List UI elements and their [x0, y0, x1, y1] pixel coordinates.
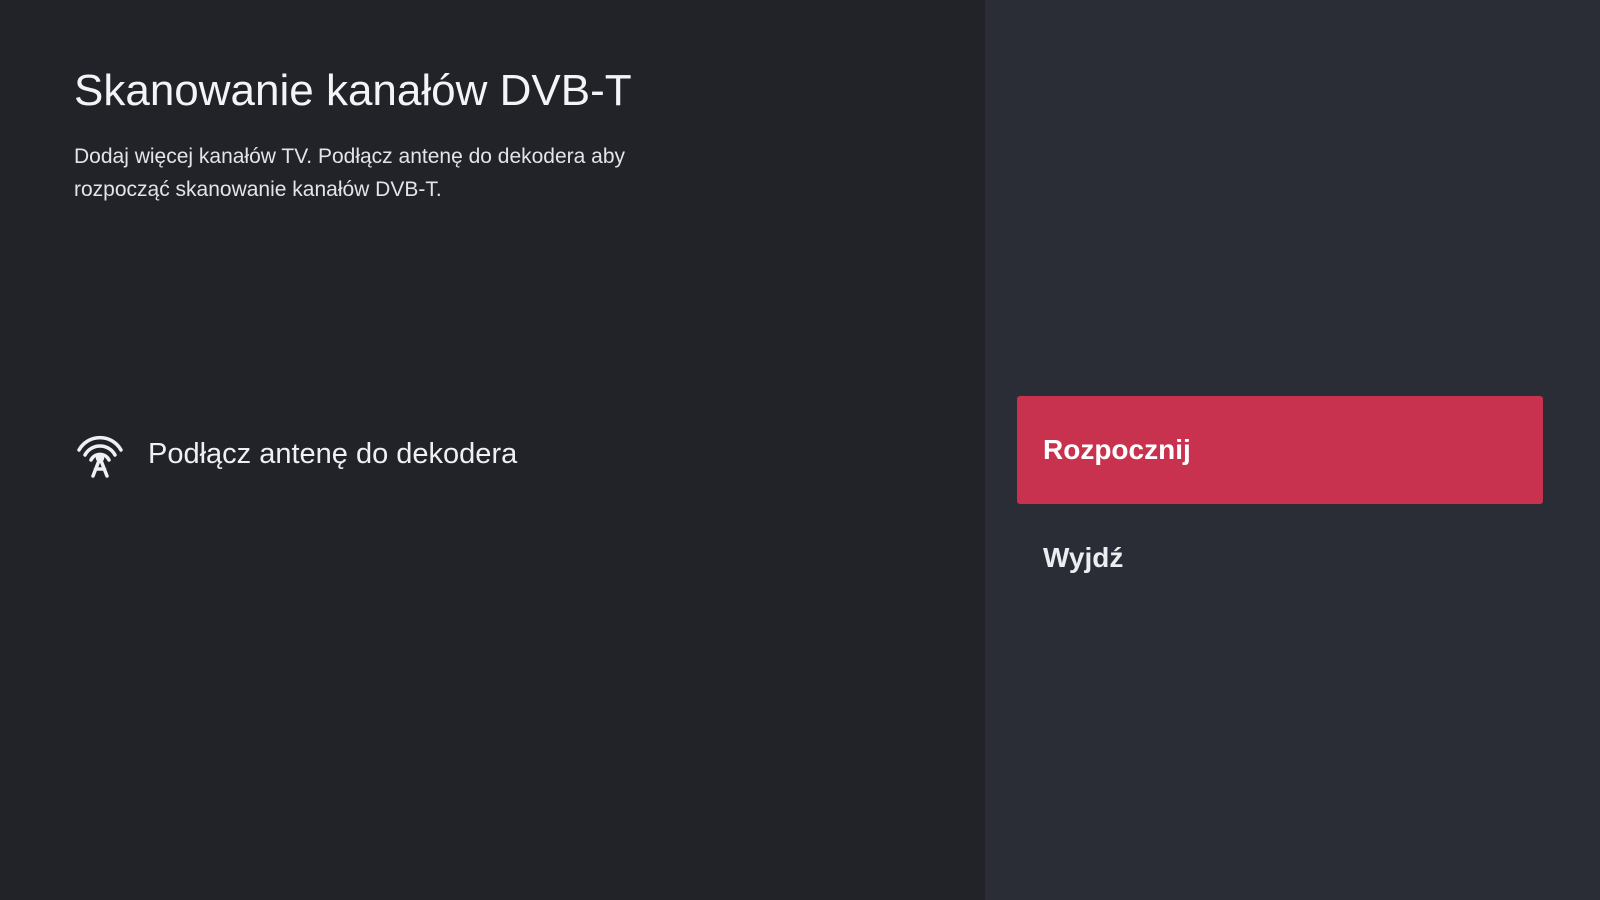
antenna-signal-icon [74, 428, 126, 480]
info-panel: Skanowanie kanałów DVB-T Dodaj więcej ka… [0, 0, 985, 900]
exit-button[interactable]: Wyjdź [1017, 504, 1543, 612]
dvb-t-scan-screen: Skanowanie kanałów DVB-T Dodaj więcej ka… [0, 0, 1600, 900]
antenna-hint: Podłącz antenę do dekodera [74, 428, 517, 480]
action-list: Rozpocznij Wyjdź [1017, 396, 1543, 612]
page-title: Skanowanie kanałów DVB-T [74, 66, 632, 115]
start-button[interactable]: Rozpocznij [1017, 396, 1543, 504]
antenna-hint-label: Podłącz antenę do dekodera [148, 437, 518, 470]
page-description: Dodaj więcej kanałów TV. Podłącz antenę … [74, 145, 626, 201]
